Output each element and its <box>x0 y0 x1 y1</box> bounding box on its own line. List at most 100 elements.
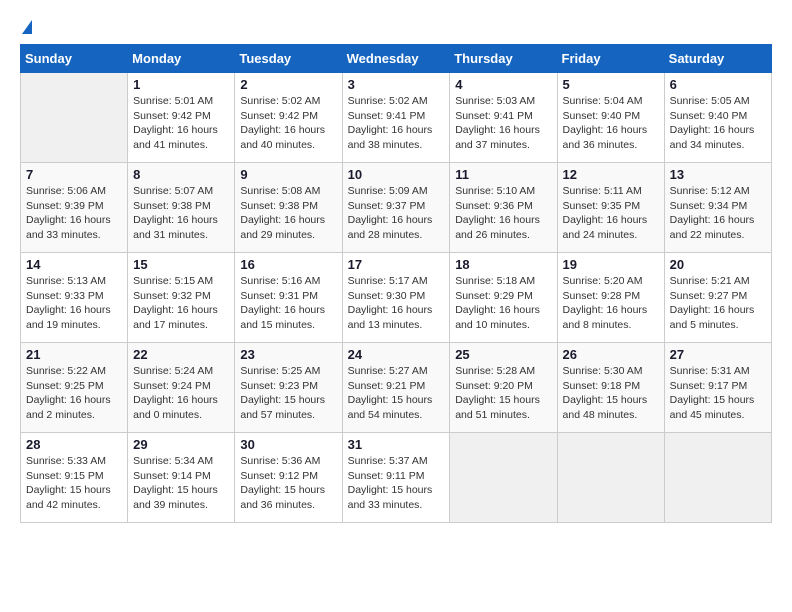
day-cell: 22 Sunrise: 5:24 AM Sunset: 9:24 PM Dayli… <box>128 343 235 433</box>
day-info: Sunrise: 5:12 AM Sunset: 9:34 PM Dayligh… <box>670 184 766 243</box>
logo-icon <box>22 20 32 34</box>
day-cell: 30 Sunrise: 5:36 AM Sunset: 9:12 PM Dayli… <box>235 433 342 523</box>
day-number: 31 <box>348 437 445 452</box>
day-info: Sunrise: 5:27 AM Sunset: 9:21 PM Dayligh… <box>348 364 445 423</box>
day-cell: 3Sunrise: 5:02 AM Sunset: 9:41 PM Daylig… <box>342 73 450 163</box>
day-info: Sunrise: 5:04 AM Sunset: 9:40 PM Dayligh… <box>563 94 659 153</box>
day-cell: 16 Sunrise: 5:16 AM Sunset: 9:31 PM Dayli… <box>235 253 342 343</box>
day-cell: 28 Sunrise: 5:33 AM Sunset: 9:15 PM Dayli… <box>21 433 128 523</box>
day-number: 30 <box>240 437 336 452</box>
day-number: 20 <box>670 257 766 272</box>
day-info: Sunrise: 5:21 AM Sunset: 9:27 PM Dayligh… <box>670 274 766 333</box>
day-number: 8 <box>133 167 229 182</box>
day-info: Sunrise: 5:08 AM Sunset: 9:38 PM Dayligh… <box>240 184 336 243</box>
day-number: 10 <box>348 167 445 182</box>
day-number: 14 <box>26 257 122 272</box>
day-number: 11 <box>455 167 551 182</box>
day-number: 28 <box>26 437 122 452</box>
day-cell: 17Sunrise: 5:17 AM Sunset: 9:30 PM Dayli… <box>342 253 450 343</box>
day-number: 15 <box>133 257 229 272</box>
day-cell: 1 Sunrise: 5:01 AM Sunset: 9:42 PM Daylig… <box>128 73 235 163</box>
day-info: Sunrise: 5:10 AM Sunset: 9:36 PM Dayligh… <box>455 184 551 243</box>
week-row-1: 1 Sunrise: 5:01 AM Sunset: 9:42 PM Daylig… <box>21 73 772 163</box>
calendar-table: SundayMondayTuesdayWednesdayThursdayFrid… <box>20 44 772 523</box>
day-info: Sunrise: 5:28 AM Sunset: 9:20 PM Dayligh… <box>455 364 551 423</box>
day-cell: 24 Sunrise: 5:27 AM Sunset: 9:21 PM Dayli… <box>342 343 450 433</box>
day-number: 24 <box>348 347 445 362</box>
day-number: 29 <box>133 437 229 452</box>
day-number: 6 <box>670 77 766 92</box>
day-info: Sunrise: 5:06 AM Sunset: 9:39 PM Dayligh… <box>26 184 122 243</box>
day-info: Sunrise: 5:15 AM Sunset: 9:32 PM Dayligh… <box>133 274 229 333</box>
day-cell <box>557 433 664 523</box>
column-header-wednesday: Wednesday <box>342 45 450 73</box>
day-cell: 8Sunrise: 5:07 AM Sunset: 9:38 PM Daylig… <box>128 163 235 253</box>
day-cell: 26Sunrise: 5:30 AM Sunset: 9:18 PM Dayli… <box>557 343 664 433</box>
day-cell: 4 Sunrise: 5:03 AM Sunset: 9:41 PM Daylig… <box>450 73 557 163</box>
day-cell: 11 Sunrise: 5:10 AM Sunset: 9:36 PM Dayli… <box>450 163 557 253</box>
day-number: 16 <box>240 257 336 272</box>
day-number: 18 <box>455 257 551 272</box>
day-number: 9 <box>240 167 336 182</box>
day-number: 2 <box>240 77 336 92</box>
day-number: 21 <box>26 347 122 362</box>
day-number: 26 <box>563 347 659 362</box>
day-cell: 31 Sunrise: 5:37 AM Sunset: 9:11 PM Dayli… <box>342 433 450 523</box>
day-cell: 10 Sunrise: 5:09 AM Sunset: 9:37 PM Dayli… <box>342 163 450 253</box>
day-info: Sunrise: 5:17 AM Sunset: 9:30 PM Dayligh… <box>348 274 445 333</box>
day-info: Sunrise: 5:16 AM Sunset: 9:31 PM Dayligh… <box>240 274 336 333</box>
day-number: 1 <box>133 77 229 92</box>
day-info: Sunrise: 5:02 AM Sunset: 9:42 PM Dayligh… <box>240 94 336 153</box>
column-header-thursday: Thursday <box>450 45 557 73</box>
day-number: 13 <box>670 167 766 182</box>
day-info: Sunrise: 5:22 AM Sunset: 9:25 PM Dayligh… <box>26 364 122 423</box>
day-info: Sunrise: 5:37 AM Sunset: 9:11 PM Dayligh… <box>348 454 445 513</box>
day-cell: 5 Sunrise: 5:04 AM Sunset: 9:40 PM Daylig… <box>557 73 664 163</box>
week-row-2: 7 Sunrise: 5:06 AM Sunset: 9:39 PM Daylig… <box>21 163 772 253</box>
day-cell: 21 Sunrise: 5:22 AM Sunset: 9:25 PM Dayli… <box>21 343 128 433</box>
day-cell: 20 Sunrise: 5:21 AM Sunset: 9:27 PM Dayli… <box>664 253 771 343</box>
day-cell: 25 Sunrise: 5:28 AM Sunset: 9:20 PM Dayli… <box>450 343 557 433</box>
day-cell: 18 Sunrise: 5:18 AM Sunset: 9:29 PM Dayli… <box>450 253 557 343</box>
day-number: 27 <box>670 347 766 362</box>
day-cell <box>664 433 771 523</box>
day-info: Sunrise: 5:31 AM Sunset: 9:17 PM Dayligh… <box>670 364 766 423</box>
day-info: Sunrise: 5:36 AM Sunset: 9:12 PM Dayligh… <box>240 454 336 513</box>
day-cell <box>21 73 128 163</box>
day-cell: 29Sunrise: 5:34 AM Sunset: 9:14 PM Dayli… <box>128 433 235 523</box>
column-header-tuesday: Tuesday <box>235 45 342 73</box>
day-info: Sunrise: 5:13 AM Sunset: 9:33 PM Dayligh… <box>26 274 122 333</box>
day-cell: 15 Sunrise: 5:15 AM Sunset: 9:32 PM Dayli… <box>128 253 235 343</box>
day-cell: 27 Sunrise: 5:31 AM Sunset: 9:17 PM Dayli… <box>664 343 771 433</box>
column-header-friday: Friday <box>557 45 664 73</box>
day-number: 5 <box>563 77 659 92</box>
day-number: 12 <box>563 167 659 182</box>
day-number: 19 <box>563 257 659 272</box>
day-info: Sunrise: 5:24 AM Sunset: 9:24 PM Dayligh… <box>133 364 229 423</box>
day-info: Sunrise: 5:33 AM Sunset: 9:15 PM Dayligh… <box>26 454 122 513</box>
day-cell: 19 Sunrise: 5:20 AM Sunset: 9:28 PM Dayli… <box>557 253 664 343</box>
day-info: Sunrise: 5:01 AM Sunset: 9:42 PM Dayligh… <box>133 94 229 153</box>
day-info: Sunrise: 5:25 AM Sunset: 9:23 PM Dayligh… <box>240 364 336 423</box>
day-cell: 14 Sunrise: 5:13 AM Sunset: 9:33 PM Dayli… <box>21 253 128 343</box>
day-number: 4 <box>455 77 551 92</box>
header-row: SundayMondayTuesdayWednesdayThursdayFrid… <box>21 45 772 73</box>
day-info: Sunrise: 5:18 AM Sunset: 9:29 PM Dayligh… <box>455 274 551 333</box>
day-cell: 7 Sunrise: 5:06 AM Sunset: 9:39 PM Daylig… <box>21 163 128 253</box>
day-info: Sunrise: 5:03 AM Sunset: 9:41 PM Dayligh… <box>455 94 551 153</box>
day-number: 7 <box>26 167 122 182</box>
day-number: 25 <box>455 347 551 362</box>
day-number: 22 <box>133 347 229 362</box>
week-row-5: 28 Sunrise: 5:33 AM Sunset: 9:15 PM Dayli… <box>21 433 772 523</box>
day-cell: 12Sunrise: 5:11 AM Sunset: 9:35 PM Dayli… <box>557 163 664 253</box>
page-header <box>20 20 772 34</box>
day-cell <box>450 433 557 523</box>
day-info: Sunrise: 5:09 AM Sunset: 9:37 PM Dayligh… <box>348 184 445 243</box>
column-header-sunday: Sunday <box>21 45 128 73</box>
day-number: 3 <box>348 77 445 92</box>
day-cell: 6Sunrise: 5:05 AM Sunset: 9:40 PM Daylig… <box>664 73 771 163</box>
week-row-3: 14 Sunrise: 5:13 AM Sunset: 9:33 PM Dayli… <box>21 253 772 343</box>
day-info: Sunrise: 5:20 AM Sunset: 9:28 PM Dayligh… <box>563 274 659 333</box>
column-header-monday: Monday <box>128 45 235 73</box>
column-header-saturday: Saturday <box>664 45 771 73</box>
